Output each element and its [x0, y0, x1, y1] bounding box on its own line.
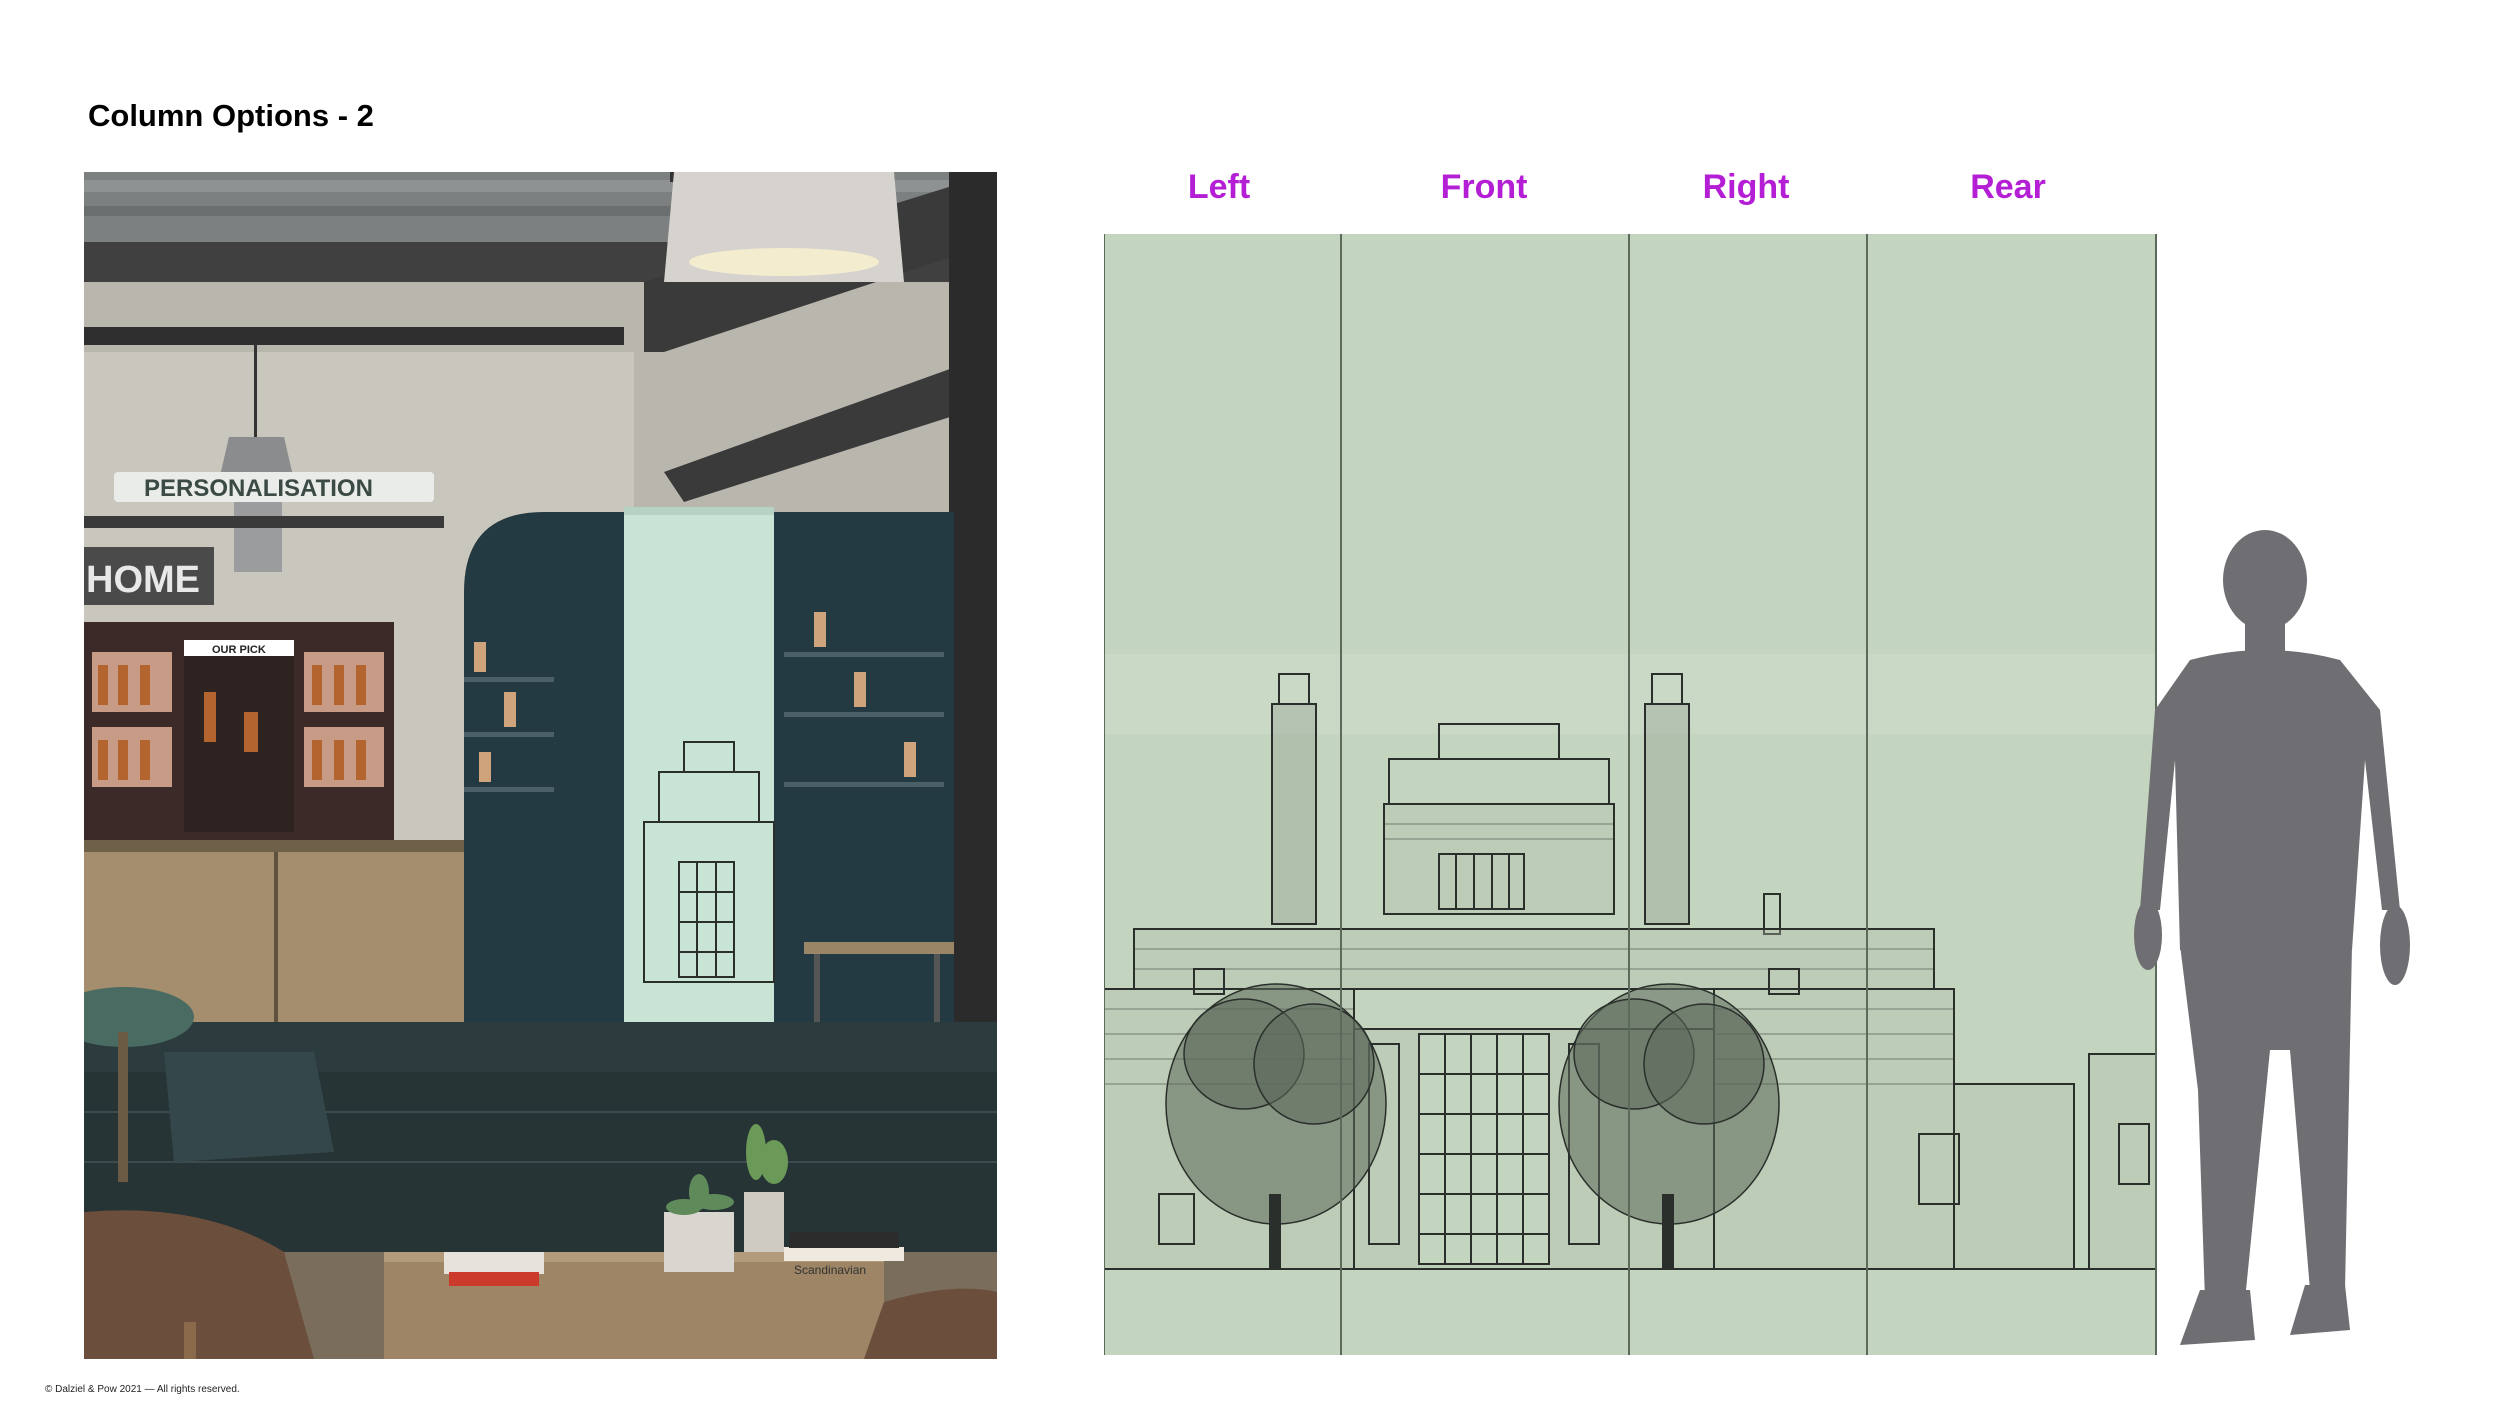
- book-spine: Scandinavian: [794, 1263, 866, 1277]
- panel-label-left: Left: [1187, 168, 1251, 206]
- copyright-footer: © Dalziel & Pow 2021 — All rights reserv…: [45, 1384, 240, 1395]
- interior-render: PERSONALISATION HOME OUR PICK Scandinavi…: [84, 172, 997, 1359]
- page-title: Column Options - 2: [88, 98, 374, 133]
- home-sign: HOME: [86, 559, 200, 601]
- column-wrap-artwork: [1103, 234, 2158, 1355]
- panel-label-front: Front: [1440, 168, 1528, 206]
- personalisation-sign: PERSONALISATION: [144, 475, 373, 502]
- our-pick-sign: OUR PICK: [212, 644, 266, 656]
- panel-label-rear: Rear: [1970, 168, 2046, 206]
- scale-figure-silhouette: [2120, 530, 2450, 1370]
- panel-label-right: Right: [1702, 168, 1790, 206]
